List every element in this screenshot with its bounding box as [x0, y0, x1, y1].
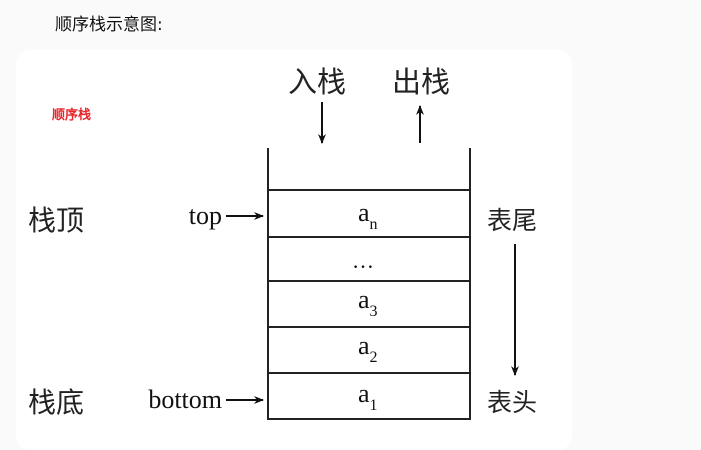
stack-top-label: 栈顶 — [28, 204, 84, 237]
bottom-pointer-label: bottom — [148, 385, 222, 414]
head-label: 表头 — [487, 388, 537, 417]
stack-cell: a3 — [358, 285, 378, 320]
tail-label: 表尾 — [487, 206, 537, 235]
stack-cell: an — [358, 198, 378, 233]
top-pointer-label: top — [189, 201, 222, 230]
push-label: 入栈 — [288, 65, 346, 99]
stack-bottom-label: 栈底 — [28, 386, 84, 419]
stack-cell: … — [352, 248, 374, 273]
stack-cell: a2 — [358, 331, 378, 366]
stack-diagram: 入栈 出栈 an … a3 a2 a1 栈顶 栈底 top bottom 表尾 … — [28, 65, 537, 420]
stack-cell: a1 — [358, 379, 378, 414]
pop-label: 出栈 — [392, 65, 450, 99]
